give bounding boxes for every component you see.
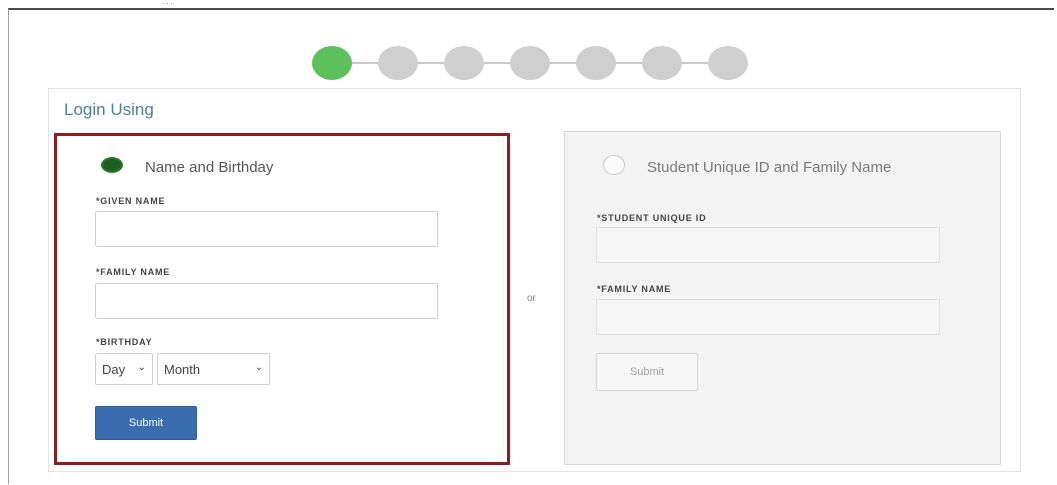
or-separator: or xyxy=(527,293,536,304)
step-3 xyxy=(444,46,484,80)
option-student-id-panel xyxy=(564,131,1001,465)
given-name-label: *GIVEN NAME xyxy=(96,196,166,206)
submit-button-disabled[interactable]: Submit xyxy=(596,353,698,391)
day-select[interactable]: Day ⌄ xyxy=(95,353,153,385)
step-4 xyxy=(510,46,550,80)
family-name-label: *FAMILY NAME xyxy=(96,267,171,277)
step-7 xyxy=(708,46,748,80)
chevron-down-icon: ⌄ xyxy=(137,362,146,373)
step-6 xyxy=(642,46,682,80)
given-name-input[interactable] xyxy=(95,211,438,247)
student-id-input[interactable] xyxy=(596,227,940,263)
top-mark: ... xyxy=(162,0,175,6)
month-select[interactable]: Month ⌄ xyxy=(157,353,270,385)
option-student-id-label[interactable]: Student Unique ID and Family Name xyxy=(647,159,937,177)
birthday-label: *BIRTHDAY xyxy=(96,337,153,347)
day-select-value: Day xyxy=(102,361,126,377)
family-name-input-2[interactable] xyxy=(596,299,940,335)
step-2 xyxy=(378,46,418,80)
family-name-label-2: *FAMILY NAME xyxy=(597,284,672,294)
step-1 xyxy=(312,46,352,80)
submit-button[interactable]: Submit xyxy=(95,406,197,440)
login-title: Login Using xyxy=(64,100,154,119)
option-name-birthday-label[interactable]: Name and Birthday xyxy=(145,159,273,177)
family-name-input[interactable] xyxy=(95,283,438,319)
radio-checked-icon[interactable] xyxy=(101,157,123,173)
progress-stepper xyxy=(312,46,752,80)
radio-unchecked-icon[interactable] xyxy=(603,155,625,175)
student-id-label: *STUDENT UNIQUE ID xyxy=(597,213,707,223)
chevron-down-icon: ⌄ xyxy=(254,362,263,373)
month-select-value: Month xyxy=(164,361,201,377)
step-5 xyxy=(576,46,616,80)
